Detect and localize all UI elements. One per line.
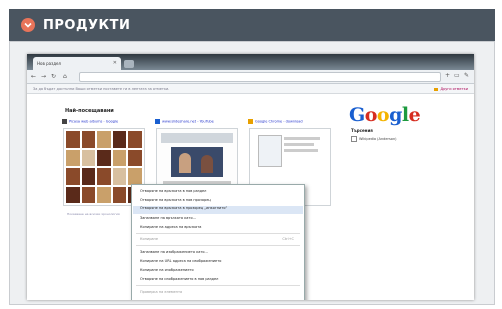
menu-item[interactable]: Копиране на URL адреса на изображението	[140, 259, 221, 263]
thumbnail-title: www.slideshare.net - YouTube	[155, 119, 214, 124]
screenshot-frame: Нов раздел ✕ ← → ↻ ⌂ + ▭ ✎ За да бъдат д…	[9, 41, 495, 305]
menu-separator	[136, 245, 300, 246]
other-bookmarks[interactable]: Други отметки	[434, 84, 468, 94]
products-header[interactable]: ПРОДУКТИ	[9, 9, 495, 41]
page-menu-icon[interactable]: ▭	[454, 72, 460, 79]
home-icon[interactable]: ⌂	[63, 72, 67, 81]
thumbnail-title: Google Chrome - download	[248, 119, 303, 124]
most-visited-title: Най-посещавани	[65, 108, 114, 114]
menu-item[interactable]: Копиране на изображението	[140, 268, 194, 272]
tab-title: Нов раздел	[37, 61, 61, 66]
folder-icon	[434, 87, 439, 91]
logo-letter: o	[376, 104, 390, 126]
google-logo: Google	[349, 104, 421, 126]
search-item[interactable]: Wikipedia (Anderson)	[351, 136, 461, 142]
address-bar[interactable]	[79, 72, 441, 82]
menu-item[interactable]: Запазване на изображението като...	[140, 250, 208, 254]
recent-searches: Търсения Wikipedia (Anderson)	[351, 128, 461, 142]
logo-letter: G	[349, 104, 365, 126]
reload-icon[interactable]: ↻	[51, 72, 56, 81]
favicon-icon	[248, 119, 253, 124]
back-icon[interactable]: ←	[31, 72, 36, 81]
menu-item[interactable]: Запазване на връзката като...	[140, 216, 196, 220]
browser-tab[interactable]: Нов раздел ✕	[33, 57, 121, 70]
add-icon[interactable]: +	[445, 72, 450, 79]
menu-item[interactable]: Отваряне на изображението в нов раздел	[140, 277, 218, 281]
menu-item-highlighted[interactable]: Отваряне на връзката в прозорец „инкогни…	[133, 206, 303, 214]
wrench-icon[interactable]: ✎	[464, 72, 469, 79]
thumbnail-title: Picasa web albums - Google	[62, 119, 118, 124]
context-menu: Отваряне на връзката в нов раздел Отваря…	[131, 184, 305, 300]
logo-letter: g	[389, 104, 402, 126]
forward-icon[interactable]: →	[41, 72, 46, 81]
menu-separator	[136, 233, 300, 234]
menu-item-disabled: Проверка на елемента	[140, 290, 183, 294]
searches-title: Търсения	[351, 128, 373, 133]
favicon-icon	[155, 119, 160, 124]
menu-item[interactable]: Отваряне на връзката в нов прозорец	[140, 198, 211, 202]
logo-letter: l	[401, 104, 409, 126]
section-title: ПРОДУКТИ	[43, 17, 131, 33]
favicon-icon	[62, 119, 67, 124]
logo-letter: e	[408, 104, 421, 126]
new-tab-button[interactable]	[124, 60, 134, 68]
search-icon	[351, 136, 357, 142]
browser-toolbar: ← → ↻ ⌂ + ▭ ✎	[27, 70, 474, 84]
menu-separator	[136, 285, 300, 286]
bookmarks-bar: За да бъдат достъпни Ваши отметки постав…	[27, 84, 474, 94]
menu-item[interactable]: Копиране на адреса на връзката	[140, 225, 201, 229]
chevron-down-icon	[21, 18, 35, 32]
logo-letter: o	[364, 104, 378, 126]
bookmarks-hint: За да бъдат достъпни Ваши отметки постав…	[33, 87, 170, 91]
history-link[interactable]: Показване на всички хронология	[67, 212, 120, 216]
close-icon[interactable]: ✕	[113, 57, 117, 70]
menu-item[interactable]: Отваряне на връзката в нов раздел	[140, 189, 206, 193]
menu-shortcut: Ctrl+C	[282, 237, 294, 241]
tab-strip: Нов раздел ✕	[27, 54, 474, 70]
browser-screenshot: Нов раздел ✕ ← → ↻ ⌂ + ▭ ✎ За да бъдат д…	[27, 54, 474, 300]
menu-item-disabled: Копиране	[140, 237, 158, 241]
